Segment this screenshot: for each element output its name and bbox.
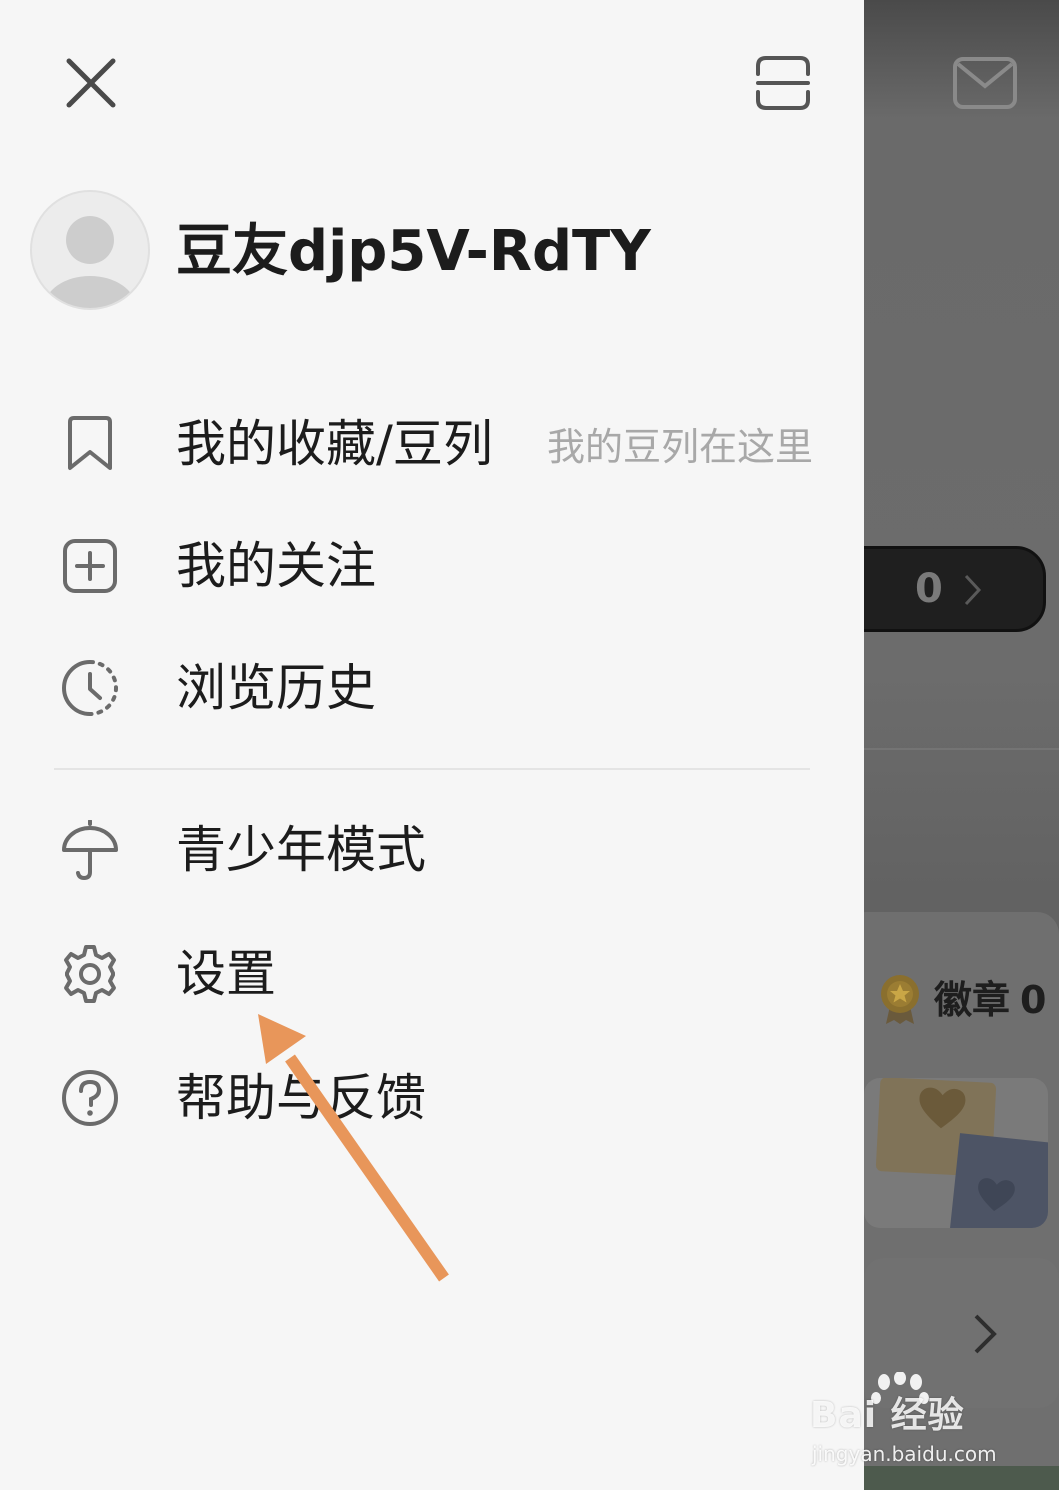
menu-item-teen-mode[interactable]: 青少年模式	[0, 800, 864, 900]
menu-item-help-feedback[interactable]: 帮助与反馈	[0, 1048, 864, 1148]
scan-icon[interactable]	[754, 54, 812, 112]
medal-icon	[881, 975, 919, 1024]
menu-item-label: 青少年模式	[176, 821, 426, 879]
avatar[interactable]	[30, 190, 150, 310]
menu-item-hint: 我的豆列在这里	[547, 425, 814, 469]
umbrella-icon	[62, 820, 118, 880]
menu-item-collections[interactable]: 我的收藏/豆列 我的豆列在这里	[0, 394, 864, 494]
menu-item-label: 帮助与反馈	[176, 1069, 426, 1127]
menu-item-label: 我的关注	[176, 537, 376, 595]
count-value: 0	[915, 566, 943, 612]
baidu-jingyan-watermark: Bai 经验 jingyan.baidu.com	[810, 1372, 1050, 1472]
section-divider	[864, 748, 1059, 750]
menu-item-label: 我的收藏/豆列	[176, 415, 493, 473]
background-page-dimmed: 0 徽章 0	[864, 0, 1059, 1490]
chevron-right-icon	[964, 574, 982, 606]
history-clock-icon	[62, 660, 118, 716]
watermark-url: jingyan.baidu.com	[812, 1442, 997, 1466]
menu-divider	[54, 768, 810, 770]
watermark-logo: Bai 经验	[810, 1395, 965, 1436]
username[interactable]: 豆友djp5V-RdTY	[176, 220, 651, 284]
default-user-icon	[44, 216, 136, 308]
gear-icon	[64, 945, 116, 1003]
menu-item-following[interactable]: 我的关注	[0, 516, 864, 616]
heart-icon	[978, 1178, 1015, 1212]
add-box-icon	[63, 539, 117, 593]
sticky-note-blue	[948, 1133, 1048, 1228]
chevron-right-icon	[974, 1314, 997, 1354]
menu-item-label: 浏览历史	[176, 659, 376, 717]
badge-count: 0	[1020, 978, 1047, 1022]
help-circle-icon	[62, 1070, 118, 1126]
menu-item-label: 设置	[176, 945, 276, 1003]
bookmark-icon	[68, 416, 112, 470]
badge-entry[interactable]: 徽章 0	[934, 980, 1046, 1020]
mail-icon[interactable]	[952, 56, 1018, 110]
collection-artwork[interactable]	[864, 1078, 1048, 1228]
menu-item-settings[interactable]: 设置	[0, 924, 864, 1024]
menu-item-history[interactable]: 浏览历史	[0, 638, 864, 738]
badge-label: 徽章	[934, 978, 1011, 1022]
side-drawer: 豆友djp5V-RdTY 我的收藏/豆列 我的豆列在这里 我的关注 浏览历史 青…	[0, 0, 864, 1490]
count-pill[interactable]: 0	[864, 546, 1046, 632]
heart-icon	[919, 1087, 966, 1129]
close-icon[interactable]	[64, 56, 118, 110]
